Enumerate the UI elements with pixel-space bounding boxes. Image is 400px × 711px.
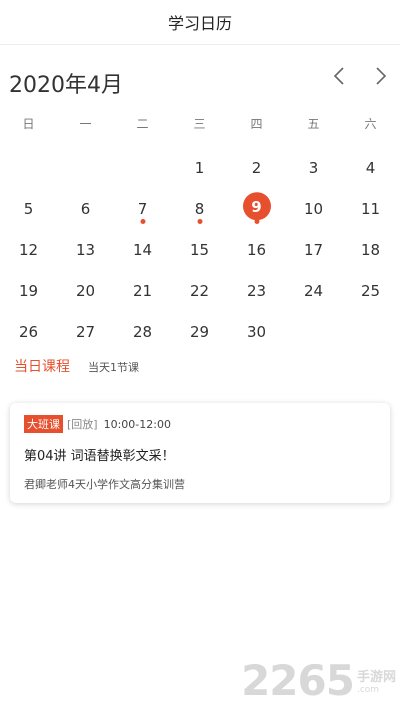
day-cell-7[interactable]: 7 <box>114 188 171 229</box>
day-number: 13 <box>75 240 96 259</box>
day-cell-21[interactable]: 21 <box>114 270 171 311</box>
day-number: 20 <box>75 281 96 300</box>
day-cell-23[interactable]: 23 <box>228 270 285 311</box>
day-cell-1[interactable]: 1 <box>171 147 228 188</box>
day-number: 6 <box>80 199 91 218</box>
day-number: 4 <box>365 158 376 177</box>
top-bar: 学习日历 <box>0 0 400 45</box>
watermark-cn: 手游网 <box>356 670 396 685</box>
day-number: 19 <box>18 281 39 300</box>
chevron-right-icon <box>376 67 387 85</box>
day-cell-18[interactable]: 18 <box>342 229 399 270</box>
day-number: 8 <box>194 199 205 218</box>
course-time: 10:00-12:00 <box>103 417 171 431</box>
day-number: 15 <box>189 240 210 259</box>
day-number: 23 <box>246 281 267 300</box>
course-name: 君卿老师4天小学作文高分集训营 <box>24 478 185 491</box>
day-cell-19[interactable]: 19 <box>0 270 57 311</box>
day-cell-16[interactable]: 16 <box>228 229 285 270</box>
day-number: 24 <box>303 281 324 300</box>
course-count: 当天1节课 <box>88 361 139 374</box>
weekday-label: 日 <box>22 117 35 131</box>
day-number: 10 <box>303 199 324 218</box>
empty-day-cell <box>57 147 114 188</box>
weekday-label: 四 <box>250 117 263 131</box>
watermark-domain: .com <box>356 685 380 695</box>
section-title: 当日课程 <box>14 359 70 375</box>
day-number: 2 <box>251 158 262 177</box>
day-cell-25[interactable]: 25 <box>342 270 399 311</box>
class-indicator-dot <box>197 219 202 224</box>
day-number: 11 <box>360 199 381 218</box>
weekday-label: 三 <box>193 117 206 131</box>
day-cell-9[interactable]: 9 <box>228 188 285 229</box>
day-cell-29[interactable]: 29 <box>171 311 228 352</box>
empty-day-cell <box>114 147 171 188</box>
watermark-side: 手游网 .com <box>357 666 396 695</box>
day-cell-10[interactable]: 10 <box>285 188 342 229</box>
course-card[interactable]: 大班课 [回放] 10:00-12:00 第04讲 词语替换彰文采！ 君卿老师4… <box>10 403 390 503</box>
day-number: 29 <box>189 322 210 341</box>
day-number: 25 <box>360 281 381 300</box>
day-cell-15[interactable]: 15 <box>171 229 228 270</box>
day-number: 1 <box>194 158 205 177</box>
weekday-label: 五 <box>307 117 320 131</box>
page-title: 学习日历 <box>167 14 232 33</box>
day-number: 27 <box>75 322 96 341</box>
day-number: 9 <box>251 197 262 216</box>
weekday-label: 二 <box>136 117 149 131</box>
day-number: 14 <box>132 240 153 259</box>
day-cell-26[interactable]: 26 <box>0 311 57 352</box>
day-number: 18 <box>360 240 381 259</box>
day-cell-17[interactable]: 17 <box>285 229 342 270</box>
prev-month-button[interactable] <box>325 64 353 88</box>
day-cell-2[interactable]: 2 <box>228 147 285 188</box>
chevron-left-icon <box>333 67 344 85</box>
weekday-header: 日 一 二 三 四 五 六 <box>0 115 400 141</box>
day-cell-22[interactable]: 22 <box>171 270 228 311</box>
day-cell-14[interactable]: 14 <box>114 229 171 270</box>
weekday-label: 一 <box>79 117 92 131</box>
site-watermark: 2265 手游网 .com <box>241 656 396 705</box>
lesson-title: 第04讲 词语替换彰文采！ <box>24 449 175 464</box>
class-indicator-dot <box>254 219 259 224</box>
day-number: 12 <box>18 240 39 259</box>
day-cell-30[interactable]: 30 <box>228 311 285 352</box>
day-cell-27[interactable]: 27 <box>57 311 114 352</box>
class-type-badge: 大班课 <box>24 415 63 433</box>
day-cell-5[interactable]: 5 <box>0 188 57 229</box>
day-number: 16 <box>246 240 267 259</box>
day-number: 26 <box>18 322 39 341</box>
day-number: 17 <box>303 240 324 259</box>
day-number: 22 <box>189 281 210 300</box>
day-cell-11[interactable]: 11 <box>342 188 399 229</box>
day-number: 28 <box>132 322 153 341</box>
day-cell-28[interactable]: 28 <box>114 311 171 352</box>
weekday-label: 六 <box>364 117 377 131</box>
day-cell-6[interactable]: 6 <box>57 188 114 229</box>
daily-courses-header: 当日课程 当天1节课 <box>0 356 400 384</box>
day-cell-4[interactable]: 4 <box>342 147 399 188</box>
calendar-grid: 1 2 3 4 5 6 7 8 9 10 11 12 13 14 15 16 17 18 19 20 21 22 23 24 2… <box>0 147 400 352</box>
day-number: 7 <box>137 199 148 218</box>
day-number: 30 <box>246 322 267 341</box>
day-cell-8[interactable]: 8 <box>171 188 228 229</box>
class-indicator-dot <box>140 219 145 224</box>
day-number: 5 <box>23 199 34 218</box>
day-cell-12[interactable]: 12 <box>0 229 57 270</box>
day-number: 3 <box>308 158 319 177</box>
day-cell-3[interactable]: 3 <box>285 147 342 188</box>
next-month-button[interactable] <box>367 64 395 88</box>
empty-day-cell <box>0 147 57 188</box>
replay-tag: [回放] <box>67 418 98 431</box>
month-title: 2020年4月 <box>9 73 123 98</box>
day-cell-24[interactable]: 24 <box>285 270 342 311</box>
day-cell-20[interactable]: 20 <box>57 270 114 311</box>
day-number: 21 <box>132 281 153 300</box>
course-tags: 大班课 [回放] 10:00-12:00 <box>24 415 376 433</box>
day-cell-13[interactable]: 13 <box>57 229 114 270</box>
watermark-number: 2265 <box>241 656 355 705</box>
